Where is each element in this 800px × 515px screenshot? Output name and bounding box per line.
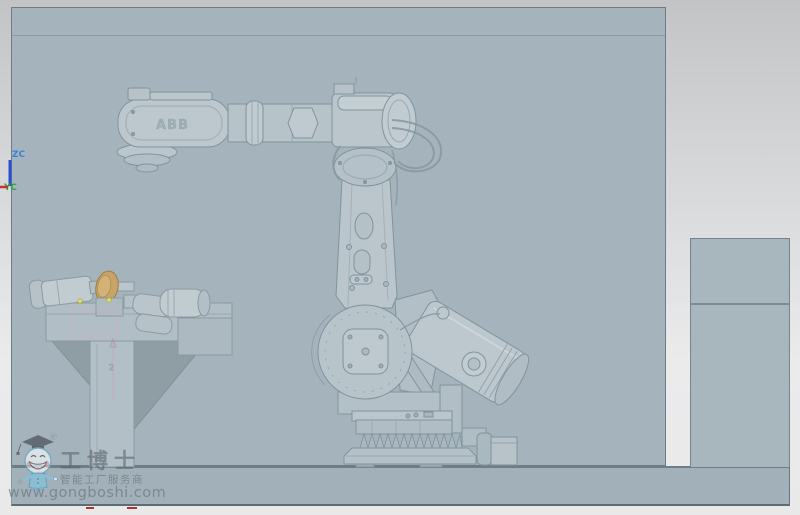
fixture-stand[interactable]: 2 <box>29 269 232 467</box>
z-axis-label: ZC <box>12 150 26 160</box>
svg-text:2: 2 <box>109 363 114 372</box>
red-artifact <box>127 507 137 509</box>
abb-logo-text: ABB <box>156 118 189 133</box>
highlight-dot <box>107 298 111 302</box>
robot[interactable]: ABB <box>117 77 534 467</box>
wcs-triad[interactable]: ZC YC <box>0 150 26 193</box>
cylinder-boss-hub <box>468 358 480 370</box>
highlight-dot <box>78 299 82 303</box>
robot-shoulder-joint <box>312 305 412 399</box>
stand-right-block <box>178 318 232 355</box>
red-artifact <box>86 507 94 509</box>
robot-lower-arm <box>334 148 397 308</box>
junction-box <box>477 433 517 465</box>
scene-geometry: 2 <box>0 0 800 515</box>
cylinder-pivot <box>437 307 449 319</box>
robot-base <box>338 392 486 467</box>
